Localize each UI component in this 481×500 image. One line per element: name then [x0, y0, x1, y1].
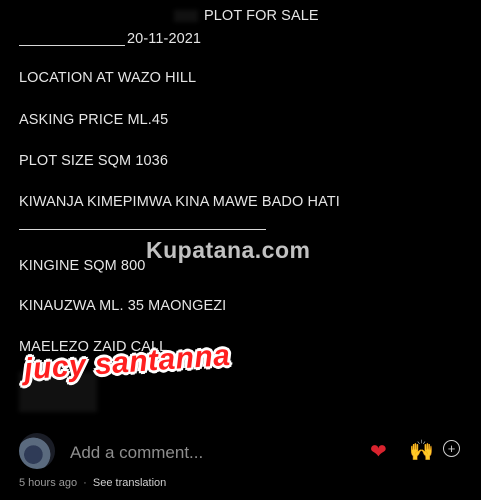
post-meta: 5 hours ago · See translation [19, 477, 166, 489]
time-ago: 5 hours ago [19, 477, 78, 489]
plus-circle-icon[interactable]: + [443, 440, 460, 457]
post-date: 20-11-2021 [127, 31, 202, 47]
post-price: ASKING PRICE ML.45 [19, 112, 169, 128]
post-size: PLOT SIZE SQM 1036 [19, 153, 169, 169]
raised-hands-icon[interactable]: 🙌 [409, 438, 434, 463]
avatar[interactable] [19, 433, 55, 469]
post-title: PLOT FOR SALE [204, 8, 319, 24]
comment-input[interactable]: Add a comment... [70, 443, 203, 463]
divider-top [19, 45, 125, 46]
post-other-price: KINAUZWA ML. 35 MAONGEZI [19, 298, 227, 314]
divider-mid [19, 229, 266, 230]
post-location: LOCATION AT WAZO HILL [19, 70, 197, 86]
post-other-plot: KINGINE SQM 800 [19, 258, 146, 274]
watermark-text: Kupatana.com [146, 237, 311, 263]
post-note: KIWANJA KIMEPIMWA KINA MAWE BADO HATI [19, 194, 340, 210]
comment-composer: Add a comment... ❤ 🙌 + [0, 430, 481, 474]
separator-dot: · [83, 477, 87, 489]
heart-icon[interactable]: ❤ [370, 439, 387, 464]
see-translation-link[interactable]: See translation [93, 477, 166, 489]
redacted-name [174, 10, 198, 22]
